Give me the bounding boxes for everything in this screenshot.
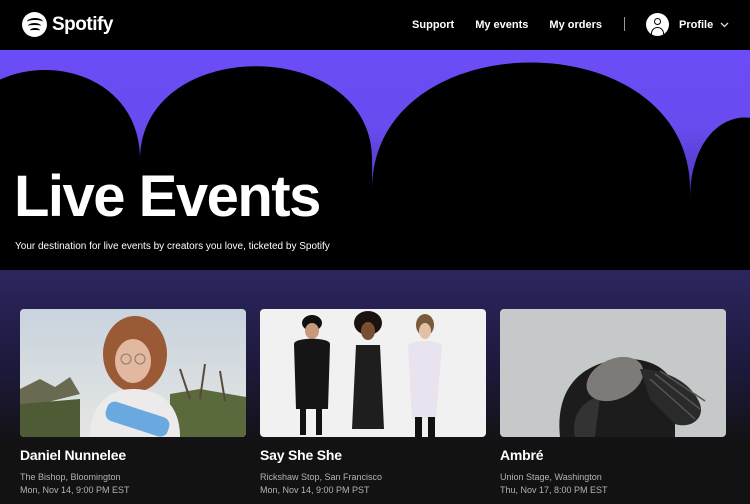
- top-nav: Spotify Support My events My orders Prof…: [0, 0, 750, 50]
- hero-banner: Live Events Your destination for live ev…: [0, 50, 750, 270]
- spotify-logo[interactable]: Spotify: [22, 12, 113, 37]
- nav-divider: [624, 17, 625, 31]
- nav-link-my-orders[interactable]: My orders: [549, 19, 602, 31]
- page-title: Live Events: [14, 164, 321, 229]
- event-card[interactable]: Daniel Nunnelee The Bishop, Bloomington …: [20, 309, 246, 497]
- nav-links: Support My events My orders: [412, 0, 602, 50]
- events-section: Daniel Nunnelee The Bishop, Bloomington …: [0, 270, 750, 504]
- hero-subtitle: Your destination for live events by crea…: [15, 241, 330, 252]
- hero-arches-graphic: [0, 62, 750, 270]
- event-venue: Union Stage, Washington: [500, 472, 602, 482]
- chevron-down-icon: [720, 20, 729, 30]
- nav-link-my-events[interactable]: My events: [475, 19, 528, 31]
- event-card[interactable]: Say She She Rickshaw Stop, San Francisco…: [260, 309, 486, 497]
- event-date: Mon, Nov 14, 9:00 PM EST: [20, 485, 130, 495]
- event-venue: Rickshaw Stop, San Francisco: [260, 472, 383, 482]
- event-title: Ambré: [500, 447, 544, 463]
- brand-name: Spotify: [52, 13, 113, 35]
- event-image: [20, 309, 246, 437]
- event-title: Daniel Nunnelee: [20, 447, 126, 463]
- event-title: Say She She: [260, 447, 342, 463]
- event-venue: The Bishop, Bloomington: [20, 472, 121, 482]
- profile-menu-button[interactable]: Profile: [646, 13, 729, 36]
- event-date: Thu, Nov 17, 8:00 PM EST: [500, 485, 608, 495]
- event-date: Mon, Nov 14, 9:00 PM PST: [260, 485, 370, 495]
- event-card[interactable]: Ambré Union Stage, Washington Thu, Nov 1…: [500, 309, 726, 497]
- spotify-icon: [22, 12, 47, 37]
- event-image: [260, 309, 486, 437]
- nav-link-support[interactable]: Support: [412, 19, 454, 31]
- user-avatar-icon: [646, 13, 669, 36]
- profile-label: Profile: [679, 18, 714, 31]
- event-image: [500, 309, 726, 437]
